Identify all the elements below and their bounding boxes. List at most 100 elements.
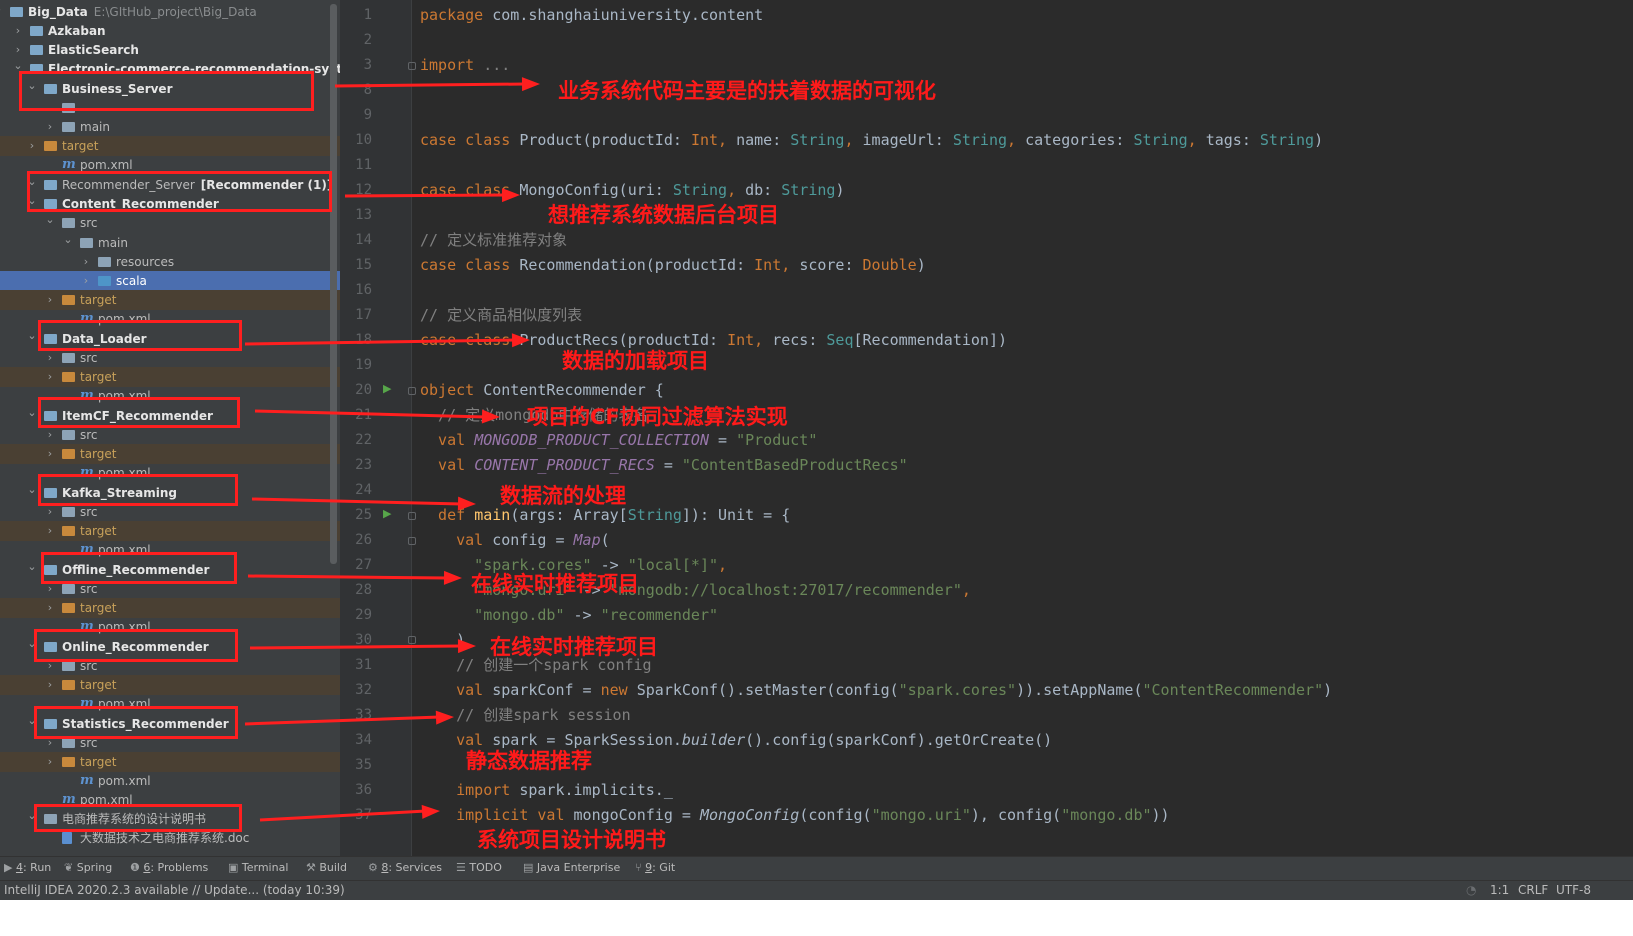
code-token: MongoConfig(uri: (519, 181, 673, 199)
chevron-right-icon[interactable]: › (80, 252, 92, 272)
chevron-right-icon[interactable]: › (44, 367, 56, 387)
highlight-box (34, 804, 242, 832)
tool-tab-label: : Problems (150, 861, 209, 874)
chevron-right-icon[interactable]: › (44, 752, 56, 772)
tree-row[interactable]: m pom.xml (0, 771, 340, 791)
code-token: (config( (799, 806, 872, 824)
code-line[interactable]: object ContentRecommender { (420, 378, 664, 403)
chevron-right-icon[interactable]: › (44, 521, 56, 541)
tool-tab[interactable]: ▶ 4: Run (4, 861, 51, 874)
chevron-down-icon[interactable]: ⌄ (62, 233, 74, 247)
tree-row[interactable]: ⌄ main (0, 233, 340, 253)
tree-row[interactable]: › target (0, 598, 340, 618)
code-line[interactable]: implicit val mongoConfig = MongoConfig(c… (420, 803, 1169, 828)
sidebar-scrollbar[interactable] (330, 4, 337, 564)
tool-tab[interactable]: ⚙ 8: Services (368, 861, 442, 874)
code-line[interactable]: // 定义商品相似度列表 (420, 303, 582, 328)
code-token: "ContentBasedProductRecs" (681, 456, 908, 474)
chevron-right-icon[interactable]: › (44, 348, 56, 368)
chevron-right-icon[interactable]: › (12, 40, 24, 60)
code-line[interactable]: case class MongoConfig(uri: String, db: … (420, 178, 844, 203)
tree-row[interactable]: › target (0, 675, 340, 695)
tree-row-text: pom.xml (98, 774, 151, 788)
code-token: case class (420, 331, 520, 349)
tree-row[interactable]: › target (0, 521, 340, 541)
code-line[interactable]: case class ProductRecs(productId: Int, r… (420, 328, 1007, 353)
code-line[interactable]: case class Product(productId: Int, name:… (420, 128, 1323, 153)
code-token: Double (862, 256, 917, 274)
code-line[interactable]: val sparkConf = new SparkConf().setMaste… (420, 678, 1332, 703)
code-line[interactable]: val config = Map( (420, 528, 610, 553)
chevron-right-icon[interactable]: › (12, 21, 24, 41)
chevron-right-icon[interactable]: › (44, 117, 56, 137)
code-line[interactable]: val CONTENT_PRODUCT_RECS = "ContentBased… (420, 453, 908, 478)
tool-tab[interactable]: ❦ Spring (64, 861, 112, 874)
status-message[interactable]: IntelliJ IDEA 2020.2.3 available // Upda… (4, 883, 345, 897)
tool-tab[interactable]: ⚒ Build (306, 861, 347, 874)
editor-gutter: 1 2 3 8 9 10 11 12 13 14 15 16 17 18 19 20 21 22 23 24 25 26 2… (340, 0, 416, 856)
tree-row[interactable]: ⌄ src (0, 213, 340, 233)
highlight-box (38, 397, 240, 428)
tree-row[interactable]: › main (0, 117, 340, 137)
chevron-right-icon[interactable]: › (44, 675, 56, 695)
code-line[interactable]: case class Recommendation(productId: Int… (420, 253, 926, 278)
chevron-right-icon[interactable]: › (44, 425, 56, 445)
code-line[interactable]: "mongo.db" -> "recommender" (420, 603, 718, 628)
line-number: 35 (355, 757, 372, 773)
tool-tab-number: 4 (15, 861, 23, 874)
run-gutter-icon[interactable]: ▶ (383, 382, 391, 395)
fold-marker-icon[interactable] (408, 387, 416, 395)
tree-row[interactable]: › src (0, 348, 340, 368)
fold-marker-icon[interactable] (408, 636, 416, 644)
chevron-right-icon[interactable]: › (80, 271, 92, 291)
code-token: = (654, 456, 682, 474)
tool-tab[interactable]: ▣ Terminal (228, 861, 288, 874)
chevron-right-icon[interactable]: › (44, 444, 56, 464)
tree-row[interactable]: › src (0, 425, 340, 445)
fold-marker-icon[interactable] (408, 512, 416, 520)
tree-row[interactable]: › target (0, 367, 340, 387)
tree-row[interactable]: › scala (0, 271, 340, 291)
file-encoding[interactable]: UTF-8 (1556, 883, 1591, 897)
line-separator[interactable]: CRLF (1518, 883, 1548, 897)
code-line[interactable]: import spark.implicits._ (420, 778, 673, 803)
code-line[interactable]: val MONGODB_PRODUCT_COLLECTION = "Produc… (420, 428, 817, 453)
caret-position[interactable]: 1:1 (1490, 883, 1509, 897)
code-line[interactable]: // 定义标准推荐对象 (420, 228, 567, 253)
tool-tab-label: TODO (469, 861, 502, 874)
chevron-right-icon[interactable]: › (26, 136, 38, 156)
code-line[interactable]: // 创建spark session (420, 703, 631, 728)
tree-row[interactable]: › ElasticSearch (0, 40, 340, 60)
tree-row[interactable]: › Azkaban (0, 21, 340, 41)
tool-tab[interactable]: ▤ Java Enterprise (523, 861, 620, 874)
run-gutter-icon[interactable]: ▶ (383, 507, 391, 520)
code-token: ]): Unit = { (681, 506, 791, 524)
chevron-down-icon[interactable]: ⌄ (26, 329, 38, 343)
fold-marker-icon[interactable] (408, 537, 416, 545)
chevron-down-icon[interactable]: ⌄ (26, 406, 38, 420)
code-line[interactable]: ) (420, 628, 465, 653)
code-token: case class (420, 181, 520, 199)
tree-row[interactable]: › resources (0, 252, 340, 272)
tool-tab[interactable]: ☰ TODO (456, 861, 502, 874)
chevron-right-icon[interactable]: › (44, 290, 56, 310)
tree-row[interactable]: ⌄ Big_Data E:\GItHub_project\Big_Data (0, 2, 340, 22)
chevron-down-icon[interactable]: ⌄ (44, 213, 56, 227)
tree-row[interactable]: › target (0, 136, 340, 156)
source-folder-icon (98, 276, 111, 286)
tree-row[interactable]: › target (0, 752, 340, 772)
chevron-down-icon[interactable]: ⌄ (0, 2, 4, 16)
tool-tab[interactable]: ❶ 6: Problems (130, 861, 208, 874)
tool-tab[interactable]: ⑂ 9: Git (635, 861, 675, 874)
tree-row[interactable]: › target (0, 290, 340, 310)
code-line[interactable]: package com.shanghaiuniversity.content (420, 3, 763, 28)
fold-marker-icon[interactable] (408, 62, 416, 70)
code-token: score: (799, 256, 863, 274)
chevron-down-icon[interactable]: ⌄ (26, 560, 38, 574)
folder-icon (62, 584, 75, 594)
chevron-right-icon[interactable]: › (44, 598, 56, 618)
code-line[interactable]: import ... (420, 53, 510, 78)
annotation-label: 想推荐系统数据后台项目 (548, 203, 779, 227)
tree-row[interactable]: › target (0, 444, 340, 464)
chevron-down-icon[interactable]: ⌄ (26, 483, 38, 497)
